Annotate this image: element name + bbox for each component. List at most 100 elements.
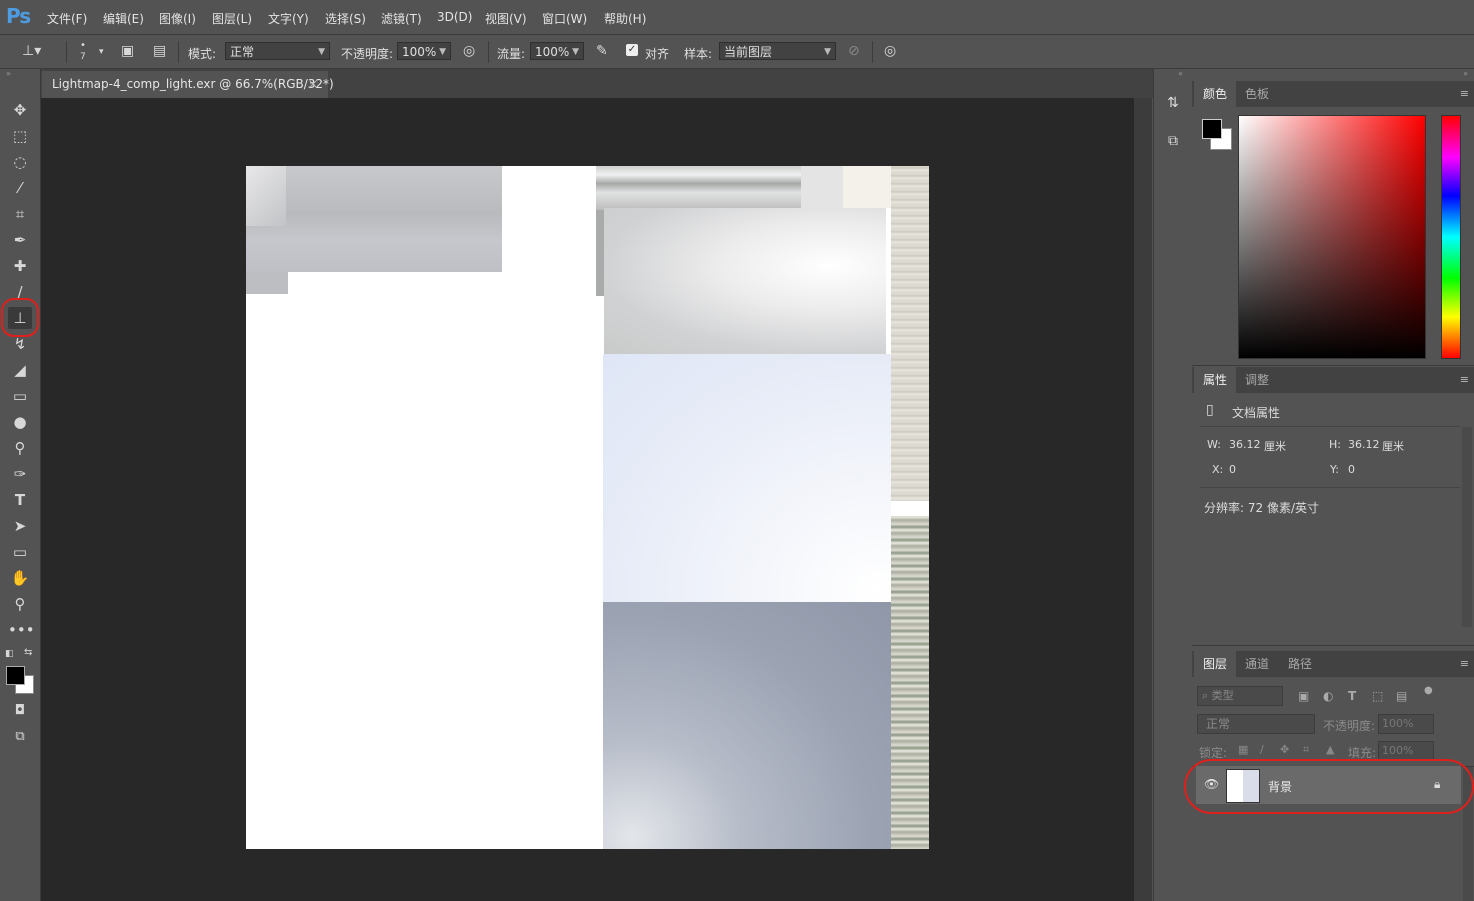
close-tab-icon[interactable]: × <box>308 71 318 97</box>
sample-select[interactable]: 当前图层 ▼ <box>719 42 836 60</box>
airbrush-icon[interactable]: ✎ <box>596 43 608 59</box>
flow-input[interactable]: 100% ▼ <box>530 42 584 60</box>
flow-value: 100% <box>535 45 570 59</box>
crop-tool-icon[interactable]: ⌗ <box>8 203 32 225</box>
fill-input[interactable]: 100% <box>1378 741 1434 761</box>
lock-pixels-icon[interactable]: ▦ <box>1238 743 1248 756</box>
options-bar: ⊥▾ • 7 ▾ ▣ ▤ 模式: 正常 ▼ 不透明度: 100% ▼ ◎ 流量: 10… <box>0 35 1474 69</box>
brush-preset-picker[interactable]: • 7 <box>80 40 86 62</box>
menu-select[interactable]: 选择(S) <box>325 10 366 27</box>
brush-settings-icon[interactable]: ▣ <box>121 43 134 59</box>
lock-paint-icon[interactable]: / <box>1260 743 1264 756</box>
clone-stamp-preset-icon[interactable]: ⊥▾ <box>22 43 41 59</box>
hand-tool-icon[interactable]: ✋ <box>8 567 32 589</box>
quick-mask-icon[interactable]: ◘ <box>8 700 32 722</box>
layer-filter-select[interactable]: ⌕ 类型 <box>1197 686 1283 706</box>
foreground-color-swatch[interactable] <box>6 666 25 685</box>
collapse-icon[interactable]: » <box>6 69 11 78</box>
divider <box>488 41 489 63</box>
height-value[interactable]: 36.12 <box>1348 438 1380 451</box>
pen-tool-icon[interactable]: ✑ <box>8 463 32 485</box>
tab-properties[interactable]: 属性 <box>1194 367 1237 393</box>
lasso-tool-icon[interactable]: ◌ <box>8 151 32 173</box>
y-label: Y: <box>1330 463 1339 476</box>
panel-menu-icon[interactable]: ≡ <box>1460 373 1469 386</box>
pressure-size-icon[interactable]: ◎ <box>884 43 896 59</box>
healing-brush-tool-icon[interactable]: ✚ <box>8 255 32 277</box>
panel-menu-icon[interactable]: ≡ <box>1460 657 1469 670</box>
collapse-icon[interactable]: « <box>1178 69 1183 78</box>
menu-layer[interactable]: 图层(L) <box>212 10 252 27</box>
x-value[interactable]: 0 <box>1229 463 1236 476</box>
tab-paths[interactable]: 路径 <box>1279 651 1321 677</box>
tab-adjustments[interactable]: 调整 <box>1236 367 1278 393</box>
menu-window[interactable]: 窗口(W) <box>542 10 587 27</box>
clone-source-panel-icon[interactable]: ⧉ <box>1162 133 1184 155</box>
menu-image[interactable]: 图像(I) <box>159 10 196 27</box>
tab-swatches[interactable]: 色板 <box>1236 81 1278 107</box>
dodge-tool-icon[interactable]: ⚲ <box>8 437 32 459</box>
foreground-color-swatch[interactable] <box>1202 119 1222 139</box>
layer-opacity-value: 100% <box>1382 717 1414 730</box>
filter-shape-icon[interactable]: ⬚ <box>1372 689 1383 703</box>
y-value[interactable]: 0 <box>1348 463 1355 476</box>
filter-smart-object-icon[interactable]: ▤ <box>1396 689 1407 703</box>
color-field[interactable] <box>1238 115 1426 359</box>
menu-file[interactable]: 文件(F) <box>47 10 87 27</box>
filter-adjustment-icon[interactable]: ◐ <box>1323 689 1333 703</box>
eyedropper-tool-icon[interactable]: ✒ <box>8 229 32 251</box>
ignore-adjustment-layers-icon[interactable]: ⊘ <box>848 43 860 59</box>
rectangle-tool-icon[interactable]: ▭ <box>8 541 32 563</box>
opacity-input[interactable]: 100% ▼ <box>397 42 451 60</box>
pressure-opacity-icon[interactable]: ◎ <box>463 43 475 59</box>
document-canvas[interactable] <box>246 166 929 849</box>
zoom-tool-icon[interactable]: ⚲ <box>8 593 32 615</box>
swap-colors-icon[interactable]: ⇆ <box>24 647 32 658</box>
tab-color[interactable]: 颜色 <box>1194 81 1237 107</box>
width-value[interactable]: 36.12 <box>1229 438 1261 451</box>
panel-menu-icon[interactable]: ≡ <box>1460 87 1469 100</box>
gradient-tool-icon[interactable]: ▭ <box>8 385 32 407</box>
hue-slider[interactable] <box>1441 115 1461 359</box>
tab-layers[interactable]: 图层 <box>1194 651 1237 677</box>
menu-filter[interactable]: 滤镜(T) <box>381 10 422 27</box>
align-checkbox[interactable]: ✓ <box>626 44 638 56</box>
filter-pixel-icon[interactable]: ▣ <box>1298 689 1309 703</box>
path-select-tool-icon[interactable]: ➤ <box>8 515 32 537</box>
menu-type[interactable]: 文字(Y) <box>268 10 309 27</box>
type-tool-icon[interactable]: T <box>8 489 32 511</box>
eraser-tool-icon[interactable]: ◢ <box>8 359 32 381</box>
menu-view[interactable]: 视图(V) <box>485 10 527 27</box>
vertical-scrollbar[interactable] <box>1134 98 1152 901</box>
filter-toggle-icon[interactable]: ● <box>1424 685 1433 696</box>
lightmap-tile <box>891 166 929 501</box>
mode-select[interactable]: 正常 ▼ <box>225 42 330 60</box>
lock-all-icon[interactable]: ▲ <box>1326 743 1334 756</box>
menu-bar: Ps 文件(F) 编辑(E) 图像(I) 图层(L) 文字(Y) 选择(S) 滤… <box>0 0 1474 35</box>
document-title: Lightmap-4_comp_light.exr @ 66.7%(RGB/32… <box>52 77 334 91</box>
menu-help[interactable]: 帮助(H) <box>604 10 646 27</box>
layer-opacity-input[interactable]: 100% <box>1378 714 1434 734</box>
quick-select-tool-icon[interactable]: ⁄ <box>8 177 32 199</box>
history-panel-icon[interactable]: ⇅ <box>1162 95 1184 117</box>
menu-edit[interactable]: 编辑(E) <box>103 10 144 27</box>
default-colors-icon[interactable]: ◧ <box>5 649 14 659</box>
move-tool-icon[interactable]: ✥ <box>8 99 32 121</box>
lock-artboard-icon[interactable]: ⌗ <box>1303 743 1309 757</box>
collapse-icon[interactable]: » <box>1463 69 1468 78</box>
blur-tool-icon[interactable]: ● <box>8 411 32 433</box>
more-tools-icon[interactable]: ••• <box>8 619 35 641</box>
lock-position-icon[interactable]: ✥ <box>1280 743 1289 756</box>
screen-mode-icon[interactable]: ⧉ <box>8 726 32 748</box>
blend-mode-select[interactable]: 正常 <box>1197 714 1315 734</box>
document-tab[interactable]: Lightmap-4_comp_light.exr @ 66.7%(RGB/32… <box>42 71 334 98</box>
tab-channels[interactable]: 通道 <box>1236 651 1278 677</box>
clone-source-icon[interactable]: ▤ <box>153 43 166 59</box>
filter-type-icon[interactable]: T <box>1348 689 1356 703</box>
canvas-area[interactable] <box>41 98 1134 901</box>
chevron-down-icon: ▼ <box>572 47 579 57</box>
properties-scrollbar[interactable] <box>1462 427 1472 627</box>
chevron-down-icon[interactable]: ▾ <box>99 47 104 57</box>
menu-3d[interactable]: 3D(D) <box>437 10 472 24</box>
marquee-tool-icon[interactable]: ⬚ <box>8 125 32 147</box>
